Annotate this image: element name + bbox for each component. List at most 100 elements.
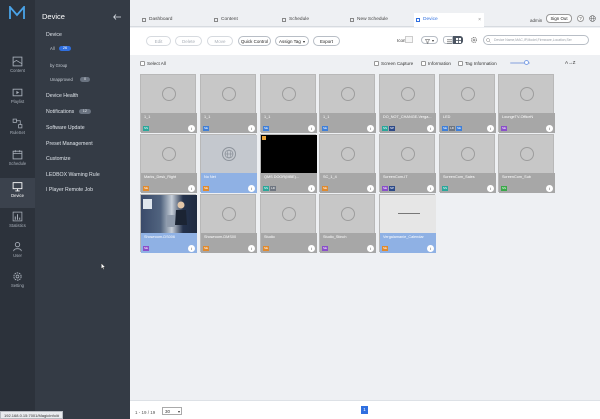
info-icon[interactable]: i [367,125,374,132]
info-icon[interactable]: i [487,125,494,132]
device-card-footer: Showroom-DS006 SE i [141,233,197,253]
device-card[interactable]: Studio SE i [260,194,317,253]
info-icon[interactable]: i [427,245,434,252]
information-checkbox[interactable] [421,61,426,66]
rail-item-device[interactable]: Device [0,178,35,208]
tag-information-checkbox[interactable] [458,61,463,66]
delete-button[interactable]: Delete [175,36,202,46]
tab-dashboard[interactable]: Dashboard [140,13,212,27]
device-card[interactable]: Showroom-DMS00 SE i [200,194,257,253]
page-number-button[interactable]: 1 [361,406,368,414]
info-icon[interactable]: i [427,185,434,192]
device-card[interactable]: No Net SE i [200,134,257,193]
content-icon [12,56,23,67]
device-thumbnail [320,75,376,113]
sign-out-button[interactable]: Sign Out [546,14,572,23]
rail-item-content[interactable]: Content [0,53,35,83]
menu-item-iplayer-remote-job[interactable]: I Player Remote Job [46,187,93,193]
edit-button[interactable]: Edit [146,36,171,46]
collapse-arrow-icon[interactable] [113,14,121,20]
menu-sub-unapproved[interactable]: Unapproved 0 [50,77,91,83]
device-card[interactable]: SC_1_4 SE i [319,134,376,193]
info-icon[interactable]: i [546,125,553,132]
device-type-badge: SE [143,186,149,191]
search-input[interactable]: Device Name,MAC,IP,Model,Firmware,Locati… [483,35,589,45]
info-icon[interactable]: i [308,245,315,252]
device-card-footer: 1_1 SE i [320,113,376,133]
menu-sub-by-group[interactable]: by Group [50,63,67,68]
device-card[interactable]: Vergalamanie_Calendar SE i [379,194,436,253]
menu-sub-all[interactable]: All 26 [50,46,72,52]
icon-select[interactable] [405,36,413,43]
info-icon[interactable]: i [367,185,374,192]
rail-item-statistics[interactable]: Statistics [0,208,35,238]
info-icon[interactable]: i [308,185,315,192]
device-card[interactable]: 1_1 SE i [260,74,317,133]
device-card[interactable]: Studio_Stinch SE i [319,194,376,253]
device-card[interactable]: DO_NOT_CHANGE-Verga... SS SP i [379,74,436,133]
quick-control-button[interactable]: Quick Control [238,36,271,46]
info-icon[interactable]: i [188,185,195,192]
screen-capture-checkbox[interactable] [374,61,379,66]
info-icon[interactable]: i [367,245,374,252]
help-icon[interactable]: ? [577,15,584,22]
app-logo-icon[interactable] [9,6,25,20]
tab-new-schedule[interactable]: New Schedule [348,13,414,27]
menu-item-device[interactable]: Device [46,32,62,38]
close-tab-icon[interactable]: × [478,13,481,27]
list-view-button[interactable] [443,36,453,44]
info-icon[interactable]: i [248,125,255,132]
menu-item-software-update[interactable]: Software Update [46,125,85,131]
device-card[interactable]: Showroom-DS006 SE i [140,194,197,253]
device-card[interactable]: QMS DOOR(MBE)... SS LD i [260,134,317,193]
device-card[interactable]: 1_1 SS i [140,74,197,133]
sort-order-toggle[interactable]: A→Z [565,60,575,65]
info-icon[interactable]: i [248,245,255,252]
rail-item-schedule[interactable]: Schedule [0,146,35,176]
device-name: No Net [204,175,216,179]
rail-item-playlist[interactable]: Playlist [0,84,35,114]
menu-item-customize[interactable]: Customize [46,156,71,162]
rail-item-user[interactable]: User [0,238,35,268]
menu-item-ledbox-warning-rule[interactable]: LEDBOX Warning Rule [46,172,100,178]
rail-item-setting[interactable]: Setting [0,268,35,298]
move-button[interactable]: Move [207,36,233,46]
page-size-select[interactable]: 30 [162,407,182,415]
assign-tag-button[interactable]: Assign Tag ▾ [275,36,309,46]
device-card-footer: ScreenCom_Sub SS i [499,173,555,193]
device-card-footer: 1_1 SS i [141,113,197,133]
tab-content[interactable]: Content [212,13,280,27]
settings-gear-icon[interactable] [470,36,478,44]
slider-handle[interactable] [523,60,529,65]
info-icon[interactable]: i [546,185,553,192]
menu-item-preset-management[interactable]: Preset Management [46,141,93,147]
device-card[interactable]: 1_1 SE i [200,74,257,133]
device-card[interactable]: ScreenCom_Sub SS i [498,134,555,193]
device-type-badge: SS [501,186,507,191]
tab-schedule[interactable]: Schedule [280,13,346,27]
device-name: DO_NOT_CHANGE-Verga... [383,115,432,119]
filter-button[interactable]: ▾ [421,36,438,44]
grid-view-button[interactable] [453,36,463,44]
device-card[interactable]: Marks_Desk_Right SE i [140,134,197,193]
device-card[interactable]: ScreenCom-IT SE SP i [379,134,436,193]
menu-item-device-health[interactable]: Device Health [46,93,78,99]
rail-item-ruleset[interactable]: RuleSet [0,115,35,145]
info-icon[interactable]: i [188,125,195,132]
device-card[interactable]: LED SE LD SE i [439,74,496,133]
device-card[interactable]: ScreenCom_Sales SS i [439,134,496,193]
menu-item-notifications[interactable]: Notifications 12 [46,109,91,115]
screen-capture-label: Screen Capture [381,61,414,66]
export-button[interactable]: Export [313,36,340,46]
tab-device[interactable]: Device × [414,13,484,27]
info-icon[interactable]: i [248,185,255,192]
info-icon[interactable]: i [308,125,315,132]
info-icon[interactable]: i [487,185,494,192]
globe-icon[interactable] [589,15,596,22]
device-card[interactable]: 1_1 SE i [319,74,376,133]
info-icon[interactable]: i [188,245,195,252]
info-icon[interactable]: i [427,125,434,132]
select-all-checkbox[interactable] [140,61,145,66]
rail-item-label: Setting [10,283,25,288]
device-card[interactable]: LoungeTV-OfficeN SE i [498,74,555,133]
